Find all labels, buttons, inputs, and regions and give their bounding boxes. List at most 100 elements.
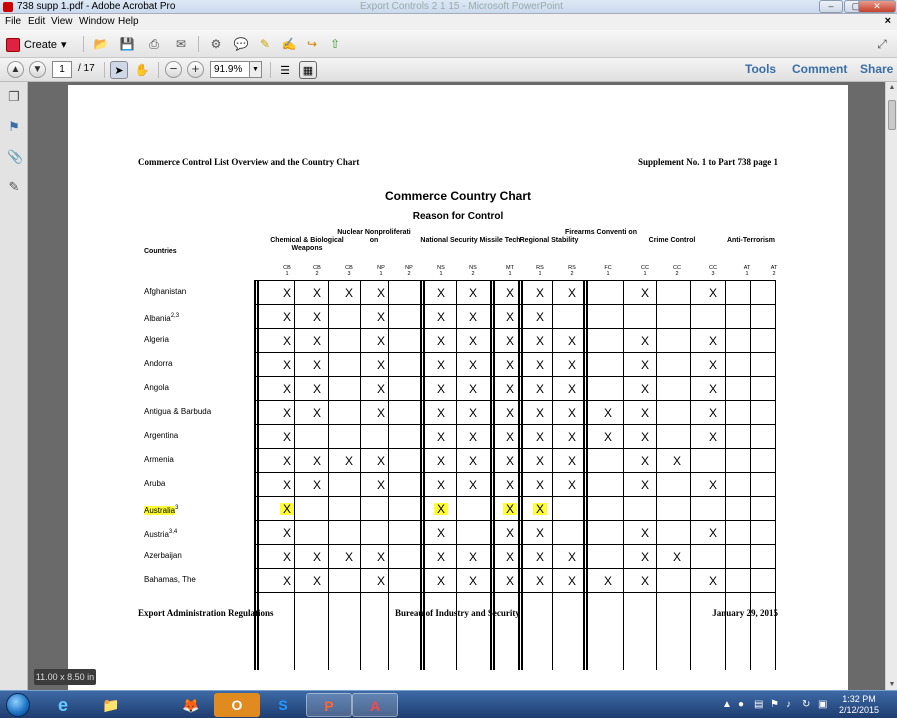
menu-bar: File Edit View Window Help × — [0, 14, 897, 30]
control-mark: X — [535, 430, 544, 444]
country-footnote: 3 — [175, 505, 179, 511]
share-pane-button[interactable]: Share — [860, 62, 893, 76]
tray-app-icon[interactable]: ● — [738, 699, 744, 710]
menu-view[interactable]: View — [51, 16, 73, 27]
menu-help[interactable]: Help — [118, 16, 139, 27]
bookmarks-icon[interactable]: ⚑ — [7, 120, 21, 134]
control-mark: X — [312, 550, 321, 564]
select-cursor-icon[interactable]: ➤ — [110, 61, 128, 79]
tray-volume-icon[interactable]: ♪ — [786, 699, 791, 710]
column-code: CB 2 — [307, 265, 327, 277]
control-mark: X — [312, 454, 321, 468]
save-icon[interactable]: 💾 — [118, 35, 136, 53]
column-code: CC 3 — [703, 265, 723, 277]
hand-tool-icon[interactable]: ✋ — [133, 61, 151, 79]
table-row-line — [254, 568, 776, 569]
column-code-number: 2 — [315, 271, 319, 277]
control-mark: X — [436, 286, 445, 300]
comment-pane-button[interactable]: Comment — [792, 62, 847, 76]
scroll-up-icon[interactable]: ▲ — [888, 84, 896, 91]
control-mark: X — [312, 478, 321, 492]
tray-network-icon[interactable]: ▤ — [754, 699, 763, 710]
next-page-icon[interactable]: ▼ — [29, 61, 46, 78]
control-mark: X — [708, 406, 717, 420]
window-title: 738 supp 1.pdf - Adobe Acrobat Pro — [17, 1, 176, 12]
control-mark: X — [640, 358, 649, 372]
control-mark: X — [535, 334, 544, 348]
taskbar-file-explorer[interactable]: 📁 — [88, 693, 134, 717]
open-folder-icon[interactable]: 📂 — [92, 35, 110, 53]
control-mark: X — [436, 478, 445, 492]
column-code-number: 1 — [643, 271, 647, 277]
control-mark: X — [535, 454, 544, 468]
export-icon[interactable]: ↪ — [303, 35, 321, 53]
fit-page-icon[interactable]: ▦ — [299, 61, 317, 79]
print-icon[interactable]: ⎙ — [145, 35, 163, 53]
control-mark: X — [567, 358, 576, 372]
start-button[interactable] — [6, 693, 30, 717]
close-document-button[interactable]: × — [885, 15, 891, 27]
signatures-icon[interactable]: ✎ — [7, 180, 21, 194]
page-number-input[interactable]: 1 — [52, 61, 72, 78]
control-mark: X — [436, 358, 445, 372]
scroll-down-icon[interactable]: ▼ — [888, 681, 896, 688]
country-name: Antigua & Barbuda — [144, 407, 211, 417]
gear-icon[interactable]: ⚙ — [207, 35, 225, 53]
control-mark: X — [468, 574, 477, 588]
control-mark: X — [312, 286, 321, 300]
share-file-icon[interactable]: ⇧ — [326, 35, 344, 53]
column-code: MT 1 — [500, 265, 520, 277]
zoom-dropdown-icon[interactable]: ▼ — [250, 61, 262, 78]
zoom-out-icon[interactable]: − — [165, 61, 182, 78]
tray-monitor-icon[interactable]: ▣ — [818, 699, 827, 710]
table-row-line — [254, 352, 776, 353]
document-view[interactable]: Commerce Control List Overview and the C… — [28, 82, 885, 690]
menu-window[interactable]: Window — [79, 16, 115, 27]
tools-pane-button[interactable]: Tools — [745, 62, 776, 76]
taskbar-acrobat[interactable]: A — [352, 693, 398, 717]
control-mark: X — [376, 478, 385, 492]
previous-page-icon[interactable]: ▲ — [7, 61, 24, 78]
table-divider — [690, 280, 691, 670]
taskbar-clock[interactable]: 1:32 PM 2/12/2015 — [839, 694, 879, 716]
control-mark: X — [312, 358, 321, 372]
control-mark: X — [672, 550, 681, 564]
control-mark: X — [468, 310, 477, 324]
column-code: FC 1 — [598, 265, 618, 277]
taskbar-firefox[interactable]: 🦊 — [168, 693, 214, 717]
tray-sync-icon[interactable]: ↻ — [802, 699, 810, 710]
taskbar-outlook[interactable]: O — [214, 693, 260, 717]
zoom-level-input[interactable]: 91.9% — [210, 61, 250, 78]
sign-icon[interactable]: ✍ — [280, 35, 298, 53]
scrollbar-thumb[interactable] — [888, 100, 896, 130]
highlight-icon[interactable]: ✎ — [256, 35, 274, 53]
comment-bubble-icon[interactable]: 💬 — [232, 35, 250, 53]
tray-flag-icon[interactable]: ⚑ — [770, 699, 779, 710]
taskbar-skype[interactable]: S — [260, 693, 306, 717]
show-hidden-icons-icon[interactable]: ▲ — [722, 699, 732, 710]
control-mark: X — [535, 574, 544, 588]
scrolling-mode-icon[interactable]: ☰ — [276, 61, 294, 79]
minimize-button[interactable]: – — [819, 0, 843, 13]
expand-icon[interactable]: ⤢ — [873, 35, 891, 53]
control-mark: X — [505, 454, 514, 468]
attachments-icon[interactable]: 📎 — [7, 150, 23, 164]
control-mark: X — [640, 550, 649, 564]
menu-edit[interactable]: Edit — [28, 16, 45, 27]
page-thumbnails-icon[interactable]: ❐ — [7, 90, 21, 104]
close-window-button[interactable]: ✕ — [858, 0, 896, 13]
email-icon[interactable]: ✉ — [172, 35, 190, 53]
taskbar-internet-explorer[interactable]: e — [40, 693, 86, 717]
country-name: Aruba — [144, 479, 165, 489]
control-mark: X — [282, 574, 291, 588]
country-name: Azerbaijan — [144, 551, 182, 561]
table-double-divider — [586, 280, 588, 670]
taskbar-powerpoint[interactable]: P — [306, 693, 352, 717]
vertical-scrollbar[interactable]: ▲ ▼ — [885, 82, 897, 690]
chart-subtitle: Reason for Control — [412, 211, 504, 222]
control-mark: X — [567, 430, 576, 444]
zoom-in-icon[interactable]: + — [187, 61, 204, 78]
column-code: AT 2 — [764, 265, 784, 277]
create-button[interactable]: Create ▾ — [6, 36, 67, 53]
menu-file[interactable]: File — [5, 16, 21, 27]
